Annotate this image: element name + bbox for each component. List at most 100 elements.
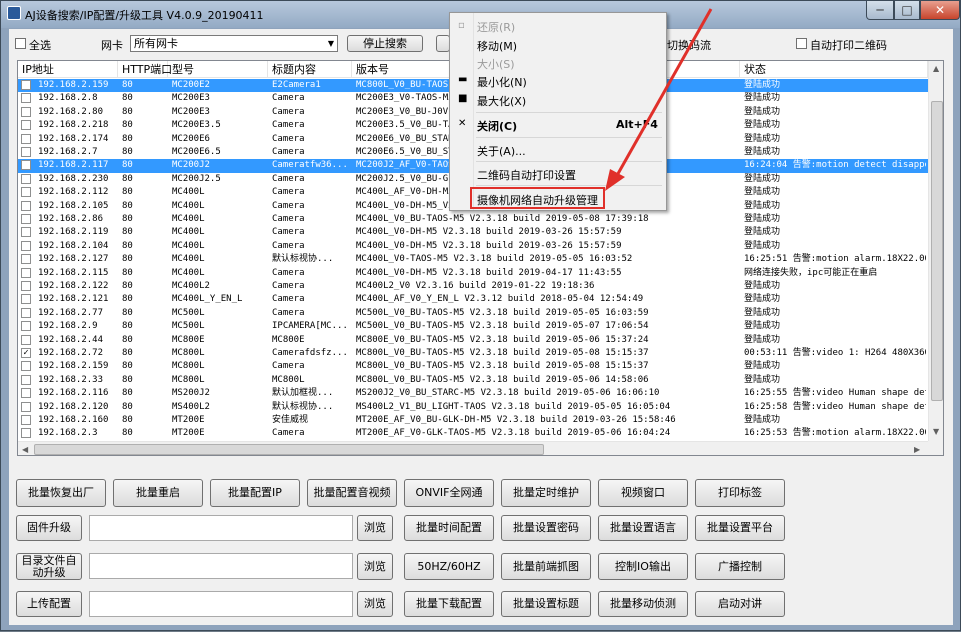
row-checkbox[interactable]	[21, 106, 31, 117]
header-model[interactable]: 型号	[168, 61, 268, 78]
batch-button-row2-3[interactable]: 批量设置平台	[695, 515, 785, 541]
hidden-button[interactable]	[436, 35, 450, 52]
row-checkbox[interactable]: ✓	[21, 348, 31, 358]
browse-config-button[interactable]: 浏览	[357, 591, 393, 617]
menu-item-move[interactable]: 移动(M)	[477, 38, 517, 54]
batch-button-row3-1[interactable]: 批量前端抓图	[501, 553, 591, 580]
batch-button-row4-2[interactable]: 批量移动侦测	[598, 591, 688, 617]
batch-button-row2-1[interactable]: 批量设置密码	[501, 515, 591, 541]
horizontal-scrollbar[interactable]: ◀ ▶	[18, 441, 928, 455]
table-row[interactable]: 192.168.2.33 80 MC800L MC800L MC800L_V0_BU-T…	[18, 374, 928, 387]
config-path-input[interactable]	[89, 591, 353, 617]
row-checkbox[interactable]	[21, 415, 31, 425]
horizontal-scroll-thumb[interactable]	[34, 444, 544, 455]
row-checkbox[interactable]	[21, 187, 31, 198]
row-checkbox[interactable]	[21, 374, 31, 385]
table-row[interactable]: 192.168.2.116 80 MS200J2 默认加框视... MS200J2_V0…	[18, 387, 928, 400]
menu-item-qr-print-setting[interactable]: 二维码自动打印设置	[477, 167, 576, 183]
row-checkbox[interactable]	[21, 321, 31, 332]
row-checkbox[interactable]	[21, 361, 31, 372]
row-checkbox[interactable]	[21, 133, 31, 144]
minimize-button[interactable]: ─	[866, 1, 894, 20]
row-checkbox[interactable]	[21, 281, 31, 291]
stream-switch-label[interactable]: 切换码流	[667, 37, 711, 53]
close-button[interactable]: ✕	[920, 1, 960, 20]
table-row[interactable]: 192.168.2.9 80 MC500L IPCAMERA[MC... MC500L_…	[18, 320, 928, 333]
table-row[interactable]: 192.168.2.127 80 MC400L 默认标视协... MC400L_V0-T…	[18, 253, 928, 266]
scroll-left-icon[interactable]: ◀	[22, 445, 28, 454]
row-checkbox[interactable]	[21, 294, 31, 305]
table-row[interactable]: 192.168.2.77 80 MC500L Camera MC500L_V0_BU-T…	[18, 307, 928, 320]
row-checkbox[interactable]	[21, 254, 31, 265]
table-row[interactable]: ✓ 192.168.2.72 80 MC800L Camerafdsfz... MC800…	[18, 347, 928, 360]
row-checkbox[interactable]	[21, 307, 31, 318]
row-checkbox[interactable]	[21, 200, 31, 211]
batch-button-row2-0[interactable]: 批量时间配置	[404, 515, 494, 541]
table-row[interactable]: 192.168.2.86 80 MC400L Camera MC400L_V0_BU-T…	[18, 213, 928, 226]
row-checkbox[interactable]	[21, 173, 31, 184]
row-checkbox[interactable]	[21, 160, 31, 171]
header-ip[interactable]: IP地址	[18, 61, 118, 78]
vertical-scroll-thumb[interactable]	[931, 101, 943, 401]
row-checkbox[interactable]	[21, 214, 31, 224]
select-all-checkbox[interactable]	[15, 38, 26, 49]
batch-button-row4-0[interactable]: 批量下载配置	[404, 591, 494, 617]
batch-button-row1-7[interactable]: 打印标签	[695, 479, 785, 507]
row-checkbox[interactable]	[21, 80, 31, 90]
vertical-scrollbar[interactable]: ▲ ▼	[928, 61, 943, 441]
browse-dir-button[interactable]: 浏览	[357, 553, 393, 580]
app-icon[interactable]	[7, 6, 21, 20]
table-row[interactable]: 192.168.2.119 80 MC400L Camera MC400L_V0-DH-…	[18, 226, 928, 239]
menu-item-size[interactable]: 大小(S)	[477, 56, 515, 72]
scroll-up-icon[interactable]: ▲	[933, 64, 939, 73]
table-row[interactable]: 192.168.2.122 80 MC400L2 Camera MC400L2_V0 V…	[18, 280, 928, 293]
dir-path-input[interactable]	[89, 553, 353, 579]
upload-config-button[interactable]: 上传配置	[16, 591, 82, 617]
scroll-down-icon[interactable]: ▼	[933, 427, 939, 436]
batch-button-row1-4[interactable]: ONVIF全网通	[404, 479, 494, 507]
table-row[interactable]: 192.168.2.115 80 MC400L Camera MC400L_V0-DH-…	[18, 267, 928, 280]
batch-button-row1-0[interactable]: 批量恢复出厂	[16, 479, 106, 507]
stop-search-button[interactable]: 停止搜索	[347, 35, 423, 52]
row-checkbox[interactable]	[21, 388, 31, 399]
table-row[interactable]: 192.168.2.120 80 MS400L2 默认标视协... MS400L2_V1…	[18, 401, 928, 414]
header-title[interactable]: 标题内容	[268, 61, 352, 78]
table-row[interactable]: 192.168.2.104 80 MC400L Camera MC400L_V0-DH-…	[18, 240, 928, 253]
header-http-port[interactable]: HTTP端口	[118, 61, 172, 78]
row-checkbox[interactable]	[21, 240, 31, 251]
dir-auto-upgrade-button[interactable]: 目录文件自动升级	[16, 553, 82, 580]
batch-button-row1-3[interactable]: 批量配置音视频	[307, 479, 397, 507]
menu-item-close[interactable]: 关闭(C)	[477, 118, 517, 134]
nic-select[interactable]: 所有网卡 ▼	[130, 35, 338, 52]
browse-firmware-button[interactable]: 浏览	[357, 515, 393, 541]
row-checkbox[interactable]	[21, 428, 31, 439]
row-checkbox[interactable]	[21, 93, 31, 104]
firmware-upgrade-button[interactable]: 固件升级	[16, 515, 82, 541]
row-checkbox[interactable]	[21, 147, 31, 157]
batch-button-row1-1[interactable]: 批量重启	[113, 479, 203, 507]
table-row[interactable]: 192.168.2.121 80 MC400L_Y_EN_L Camera MC400L…	[18, 293, 928, 306]
auto-print-qr-checkbox[interactable]	[796, 38, 807, 49]
batch-button-row1-2[interactable]: 批量配置IP	[210, 479, 300, 507]
table-row[interactable]: 192.168.2.159 80 MC800L Camera MC800L_V0_BU-…	[18, 360, 928, 373]
batch-button-row4-3[interactable]: 启动对讲	[695, 591, 785, 617]
scroll-right-icon[interactable]: ▶	[914, 445, 920, 454]
batch-button-row2-2[interactable]: 批量设置语言	[598, 515, 688, 541]
batch-button-row3-0[interactable]: 50HZ/60HZ	[404, 553, 494, 580]
batch-button-row1-6[interactable]: 视频窗口	[598, 479, 688, 507]
batch-button-row3-3[interactable]: 广播控制	[695, 553, 785, 580]
menu-item-restore[interactable]: 还原(R)	[477, 19, 515, 35]
header-status[interactable]: 状态	[740, 61, 928, 78]
row-checkbox[interactable]	[21, 227, 31, 238]
maximize-button[interactable]: □	[894, 1, 920, 20]
batch-button-row4-1[interactable]: 批量设置标题	[501, 591, 591, 617]
batch-button-row3-2[interactable]: 控制IO输出	[598, 553, 688, 580]
row-checkbox[interactable]	[21, 267, 31, 278]
menu-item-about[interactable]: 关于(A)...	[477, 143, 526, 159]
row-checkbox[interactable]	[21, 334, 31, 345]
row-checkbox[interactable]	[21, 401, 31, 412]
table-row[interactable]: 192.168.2.160 80 MT200E 安佳威视 MT200E_AF_V0_BU…	[18, 414, 928, 427]
firmware-path-input[interactable]	[89, 515, 353, 541]
menu-item-minimize[interactable]: 最小化(N)	[477, 74, 527, 90]
table-row[interactable]: 192.168.2.3 80 MT200E Camera MT200E_AF_V0-GL…	[18, 427, 928, 440]
